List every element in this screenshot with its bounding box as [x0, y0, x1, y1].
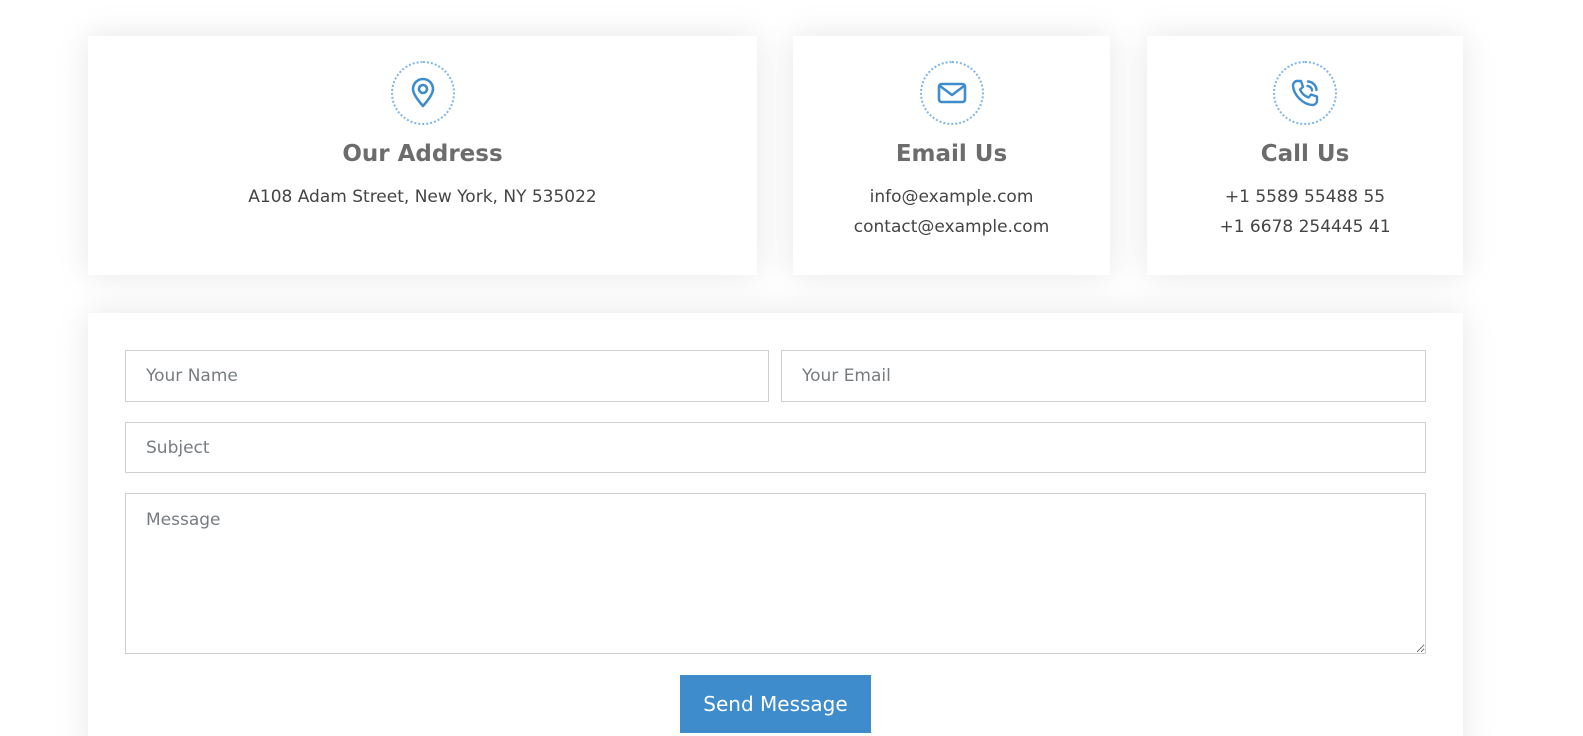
phone-line-1[interactable]: +1 5589 55488 55: [1147, 182, 1463, 212]
email-title: Email Us: [895, 141, 1008, 167]
call-lines: +1 5589 55488 55 +1 6678 254445 41: [1147, 182, 1463, 242]
email-line-2[interactable]: contact@example.com: [793, 212, 1110, 242]
email-lines: info@example.com contact@example.com: [793, 182, 1110, 242]
call-icon-ring: [1273, 61, 1337, 125]
contact-section: Our Address A108 Adam Street, New York, …: [0, 0, 1583, 736]
address-title: Our Address: [342, 141, 503, 167]
address-lines: A108 Adam Street, New York, NY 535022: [88, 182, 757, 212]
subject-input[interactable]: [125, 422, 1426, 473]
phone-call-icon: [1291, 79, 1319, 107]
send-message-button[interactable]: Send Message: [680, 675, 871, 733]
phone-line-2[interactable]: +1 6678 254445 41: [1147, 212, 1463, 242]
message-textarea[interactable]: [125, 493, 1426, 654]
email-input[interactable]: [781, 350, 1426, 402]
contact-form: Send Message: [88, 313, 1463, 736]
address-line: A108 Adam Street, New York, NY 535022: [248, 187, 597, 207]
envelope-icon: [937, 82, 966, 104]
call-title: Call Us: [1260, 141, 1350, 167]
email-line-1[interactable]: info@example.com: [793, 182, 1110, 212]
map-pin-icon: [411, 77, 434, 108]
call-card: Call Us +1 5589 55488 55 +1 6678 254445 …: [1147, 36, 1463, 275]
address-icon-ring: [390, 61, 455, 125]
address-card: Our Address A108 Adam Street, New York, …: [88, 36, 757, 275]
email-icon-ring: [919, 61, 984, 125]
name-input[interactable]: [125, 350, 769, 402]
email-card: Email Us info@example.com contact@exampl…: [793, 36, 1110, 275]
